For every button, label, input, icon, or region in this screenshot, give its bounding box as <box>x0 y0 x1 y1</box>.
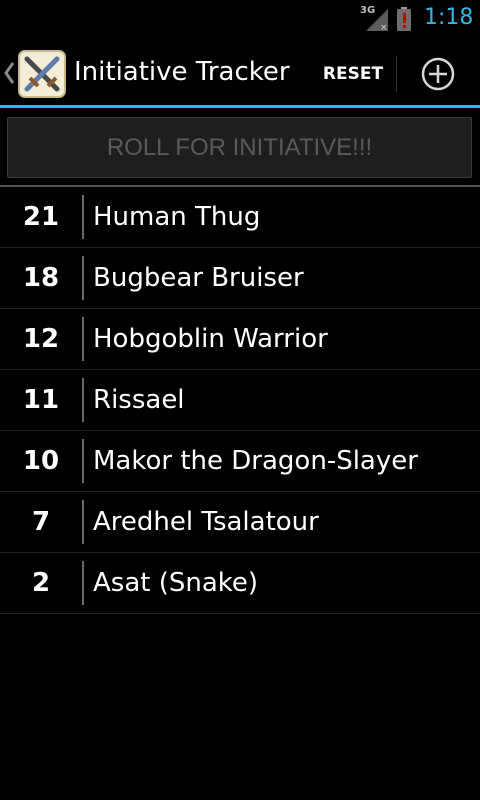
combatant-name: Human Thug <box>93 202 261 232</box>
action-bar-accent-line <box>0 105 480 108</box>
roll-for-initiative-button[interactable]: ROLL FOR INITIATIVE!!! <box>7 117 472 178</box>
initiative-value: 12 <box>22 324 60 354</box>
add-circle-icon[interactable] <box>412 52 464 96</box>
network-status: 3G × <box>360 5 390 31</box>
initiative-row[interactable]: 10 Makor the Dragon-Slayer <box>0 431 480 492</box>
svg-text:×: × <box>380 23 388 31</box>
row-separator <box>82 317 84 361</box>
combatant-name: Asat (Snake) <box>93 568 259 598</box>
row-separator <box>82 195 84 239</box>
combatant-name: Aredhel Tsalatour <box>93 507 319 537</box>
row-separator <box>82 439 84 483</box>
initiative-row[interactable]: 12 Hobgoblin Warrior <box>0 309 480 370</box>
row-separator <box>82 561 84 605</box>
initiative-row[interactable]: 11 Rissael <box>0 370 480 431</box>
row-separator <box>82 256 84 300</box>
combatant-name: Makor the Dragon-Slayer <box>93 446 418 476</box>
combatant-name: Rissael <box>93 385 185 415</box>
status-time: 1:18 <box>424 5 474 30</box>
row-separator <box>82 500 84 544</box>
initiative-value: 11 <box>22 385 60 415</box>
initiative-list: 21 Human Thug 18 Bugbear Bruiser 12 Hobg… <box>0 187 480 614</box>
battery-alert-icon <box>397 7 411 31</box>
app-title: Initiative Tracker <box>74 57 290 87</box>
action-bar-divider <box>396 56 397 92</box>
initiative-value: 2 <box>31 568 51 598</box>
row-separator <box>82 378 84 422</box>
crossed-swords-icon[interactable] <box>18 50 66 98</box>
reset-button[interactable]: RESET <box>312 52 394 96</box>
combatant-name: Bugbear Bruiser <box>93 263 304 293</box>
initiative-value: 21 <box>22 202 60 232</box>
initiative-row[interactable]: 18 Bugbear Bruiser <box>0 248 480 309</box>
action-bar: Initiative Tracker RESET <box>0 38 480 106</box>
initiative-row[interactable]: 2 Asat (Snake) <box>0 553 480 614</box>
up-caret-icon[interactable] <box>2 60 16 86</box>
initiative-row[interactable]: 7 Aredhel Tsalatour <box>0 492 480 553</box>
initiative-value: 18 <box>22 263 60 293</box>
status-bar: 3G × 1:18 <box>0 0 480 38</box>
initiative-row[interactable]: 21 Human Thug <box>0 187 480 248</box>
signal-icon: × <box>366 9 388 31</box>
initiative-value: 10 <box>22 446 60 476</box>
initiative-value: 7 <box>31 507 51 537</box>
combatant-name: Hobgoblin Warrior <box>93 324 328 354</box>
